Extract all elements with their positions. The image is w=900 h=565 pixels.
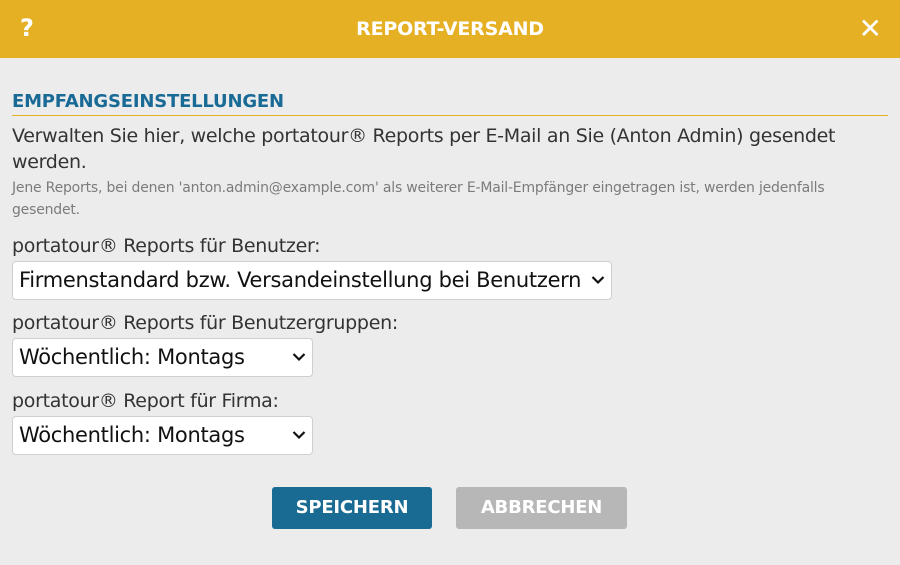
user-reports-select[interactable]: Firmenstandard bzw. Versandeinstellung b…	[12, 261, 612, 300]
dialog-header: ? REPORT-VERSAND ✕	[0, 0, 900, 58]
user-reports-label: portatour® Reports für Benutzer:	[12, 235, 321, 257]
close-icon[interactable]: ✕	[859, 12, 882, 46]
report-dispatch-dialog: ? REPORT-VERSAND ✕ EMPFANGSEINSTELLUNGEN…	[0, 0, 900, 565]
chevron-down-icon	[292, 353, 306, 362]
group-reports-select-value: Wöchentlich: Montags	[19, 345, 245, 369]
group-reports-label: portatour® Reports für Benutzergruppen:	[12, 312, 398, 334]
cancel-button[interactable]: ABBRECHEN	[456, 487, 627, 529]
user-reports-select-value: Firmenstandard bzw. Versandeinstellung b…	[19, 268, 582, 292]
save-button[interactable]: SPEICHERN	[272, 487, 432, 529]
recipient-note: Jene Reports, bei denen 'anton.admin@exa…	[12, 180, 825, 218]
chevron-down-icon	[292, 431, 306, 440]
group-reports-select[interactable]: Wöchentlich: Montags	[12, 338, 313, 377]
chevron-down-icon	[591, 276, 605, 285]
intro-text: Verwalten Sie hier, welche portatour® Re…	[12, 125, 836, 173]
company-report-select[interactable]: Wöchentlich: Montags	[12, 416, 313, 455]
section-heading: EMPFANGSEINSTELLUNGEN	[12, 90, 888, 116]
company-report-select-value: Wöchentlich: Montags	[19, 423, 245, 447]
company-report-label: portatour® Report für Firma:	[12, 390, 279, 412]
dialog-title: REPORT-VERSAND	[356, 18, 544, 40]
